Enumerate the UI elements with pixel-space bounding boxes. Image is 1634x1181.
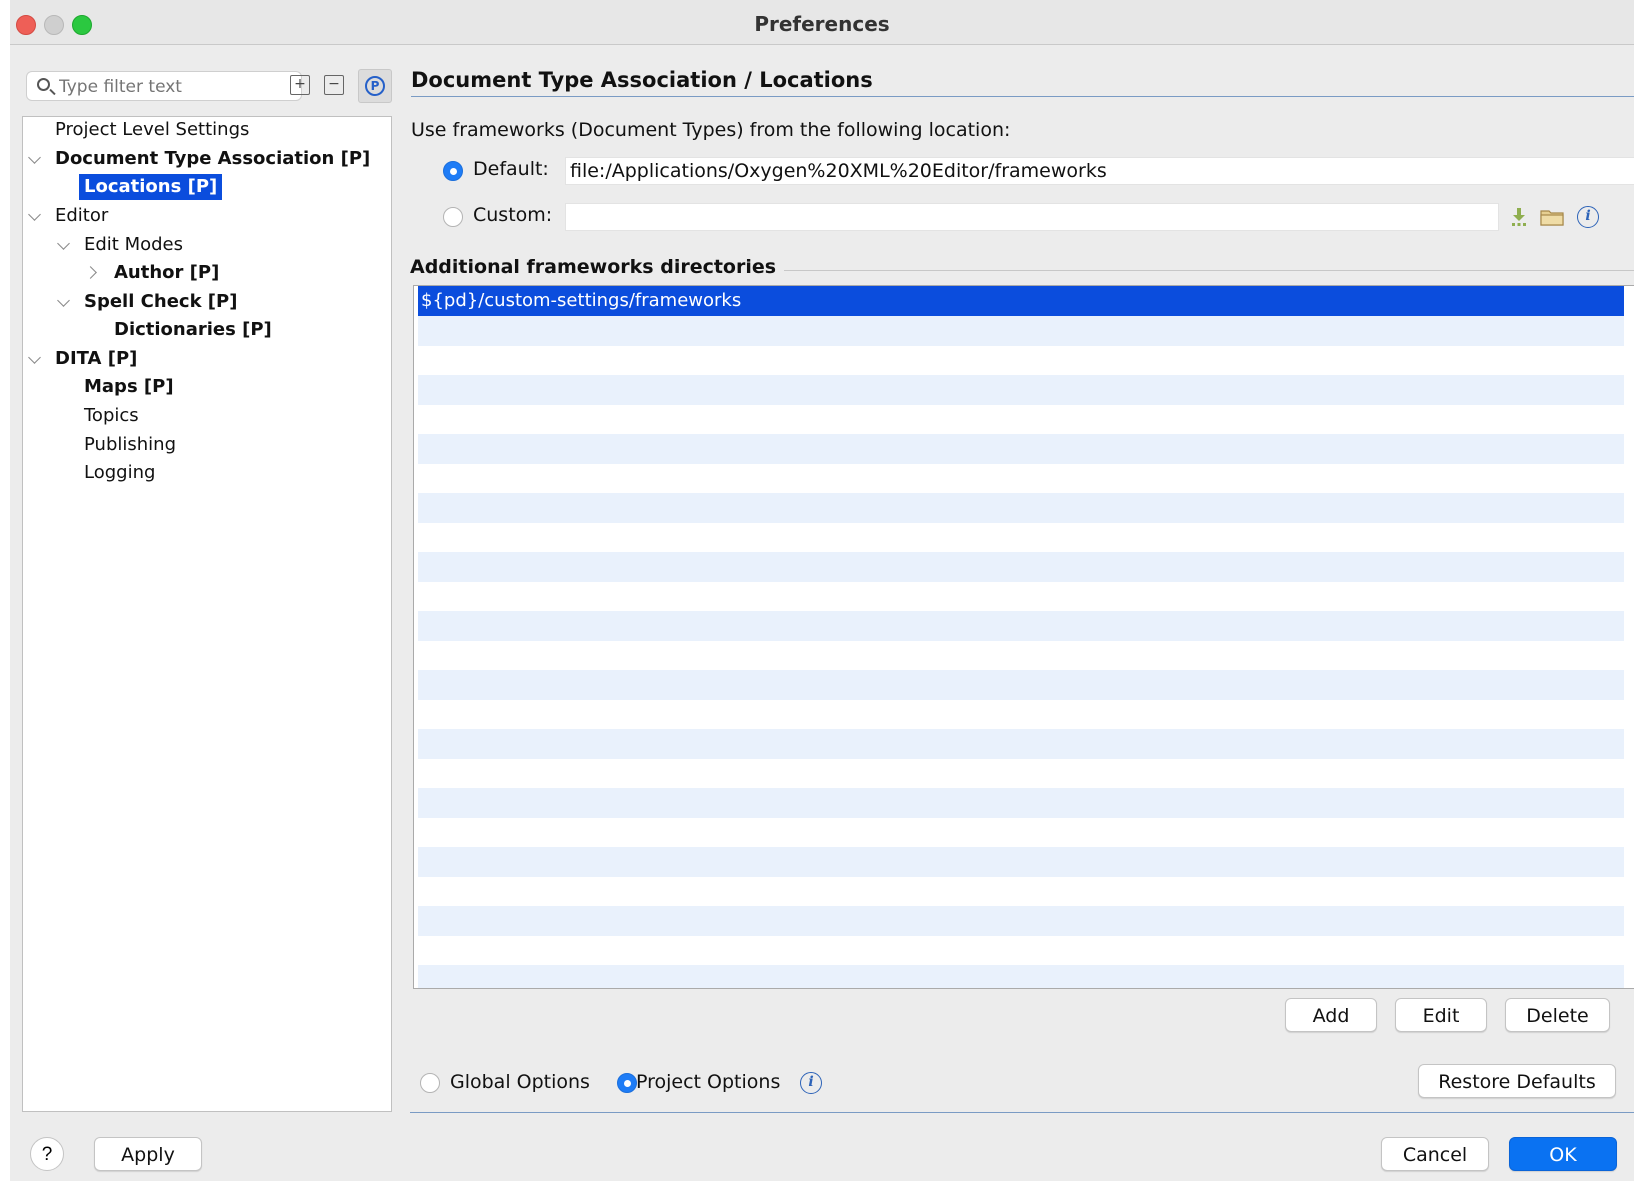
tree-item-editor[interactable]: Editor xyxy=(55,203,108,229)
chevron-right-icon[interactable] xyxy=(84,266,97,279)
frameworks-directories-list[interactable]: ${pd}/custom-settings/frameworks xyxy=(413,285,1634,989)
add-button[interactable]: Add xyxy=(1285,998,1377,1032)
chevron-down-icon[interactable] xyxy=(57,237,70,250)
additional-frameworks-title: Additional frameworks directories xyxy=(410,256,785,278)
chevron-down-icon[interactable] xyxy=(28,151,41,164)
custom-location-radio[interactable] xyxy=(443,207,463,227)
filter-input[interactable] xyxy=(57,75,291,99)
window-title: Preferences xyxy=(754,12,890,36)
expand-all-button[interactable]: + xyxy=(290,75,310,95)
info-icon[interactable]: i xyxy=(1577,206,1599,228)
list-row-empty xyxy=(418,906,1624,936)
list-row-empty xyxy=(418,965,1624,988)
global-options-radio[interactable] xyxy=(420,1073,440,1093)
chevron-down-icon[interactable] xyxy=(57,294,70,307)
edit-button[interactable]: Edit xyxy=(1395,998,1487,1032)
ok-button[interactable]: OK xyxy=(1509,1137,1617,1171)
list-row-empty xyxy=(418,434,1624,464)
list-row-empty xyxy=(418,375,1624,405)
custom-location-input[interactable] xyxy=(565,203,1499,231)
info-icon[interactable]: i xyxy=(800,1072,822,1094)
tree-item-author[interactable]: Author [P] xyxy=(114,260,219,286)
insert-editor-variables-icon[interactable] xyxy=(1510,206,1528,228)
default-location-field: file:/Applications/Oxygen%20XML%20Editor… xyxy=(565,157,1634,185)
browse-folder-icon[interactable] xyxy=(1540,207,1564,227)
list-row-empty xyxy=(418,552,1624,582)
use-frameworks-label: Use frameworks (Document Types) from the… xyxy=(411,119,1011,141)
tree-item-edit-modes[interactable]: Edit Modes xyxy=(84,232,183,258)
project-options-label: Project Options xyxy=(636,1071,781,1093)
help-button[interactable]: ? xyxy=(30,1137,64,1171)
list-row-empty xyxy=(418,316,1624,346)
tree-item-publishing[interactable]: Publishing xyxy=(84,432,176,458)
list-item[interactable]: ${pd}/custom-settings/frameworks xyxy=(418,286,1624,316)
tree-item-logging[interactable]: Logging xyxy=(84,460,155,486)
list-row-empty xyxy=(418,611,1624,641)
list-row-empty xyxy=(418,493,1624,523)
default-location-radio[interactable] xyxy=(443,161,463,181)
tree-item-maps[interactable]: Maps [P] xyxy=(84,374,174,400)
custom-label: Custom: xyxy=(473,204,553,226)
project-options-icon: P xyxy=(365,76,385,96)
tree-item-locations[interactable]: Locations [P] xyxy=(79,174,223,200)
title-divider xyxy=(411,96,1634,97)
default-label: Default: xyxy=(473,158,549,180)
tree-item-document-type-association[interactable]: Document Type Association [P] xyxy=(55,146,370,172)
show-project-options-toggle[interactable]: P xyxy=(358,69,392,103)
delete-button[interactable]: Delete xyxy=(1505,998,1610,1032)
tree-item-spell-check[interactable]: Spell Check [P] xyxy=(84,289,237,315)
list-row-empty xyxy=(418,788,1624,818)
preferences-tree: Project Level Settings Document Type Ass… xyxy=(22,116,392,1112)
restore-defaults-button[interactable]: Restore Defaults xyxy=(1418,1064,1616,1098)
global-options-label: Global Options xyxy=(450,1071,590,1093)
list-row-empty xyxy=(418,670,1624,700)
filter-field[interactable] xyxy=(26,71,302,101)
project-options-radio[interactable] xyxy=(617,1073,637,1093)
title-bar: Preferences xyxy=(10,0,1634,45)
bottom-divider xyxy=(410,1112,1634,1113)
collapse-all-button[interactable]: − xyxy=(324,75,344,95)
chevron-down-icon[interactable] xyxy=(28,351,41,364)
chevron-down-icon[interactable] xyxy=(28,208,41,221)
apply-button[interactable]: Apply xyxy=(94,1137,202,1171)
page-title: Document Type Association / Locations xyxy=(411,68,873,92)
tree-item-dita[interactable]: DITA [P] xyxy=(55,346,137,372)
cancel-button[interactable]: Cancel xyxy=(1381,1137,1489,1171)
search-icon xyxy=(37,78,50,91)
list-row-empty xyxy=(418,729,1624,759)
tree-item-dictionaries[interactable]: Dictionaries [P] xyxy=(114,317,272,343)
tree-item-project-level-settings[interactable]: Project Level Settings xyxy=(55,117,249,143)
tree-item-topics[interactable]: Topics xyxy=(84,403,139,429)
preferences-window: Preferences + − P Project Level Settings… xyxy=(10,0,1634,1181)
list-row-empty xyxy=(418,847,1624,877)
